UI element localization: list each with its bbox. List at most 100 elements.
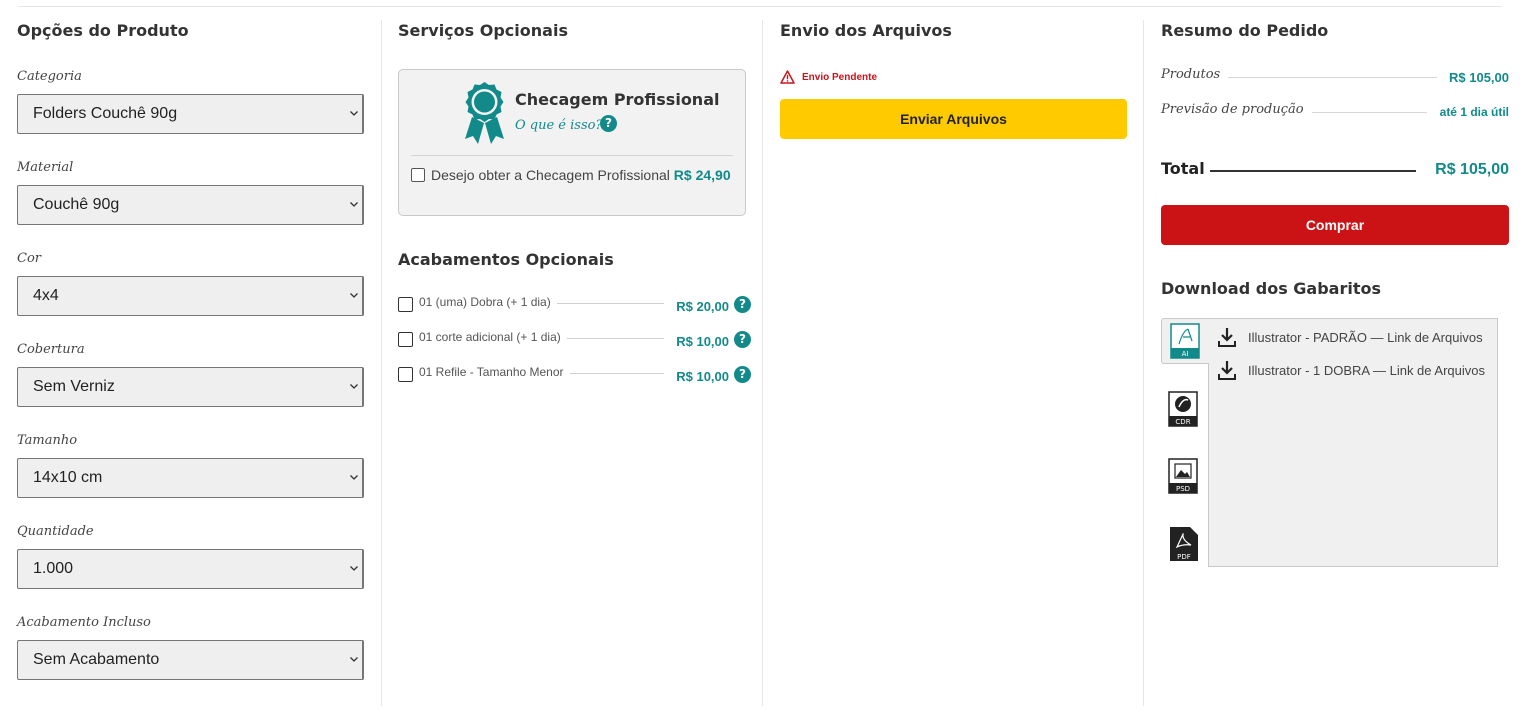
optional-services-title: Serviços Opcionais — [398, 21, 568, 40]
column-divider — [381, 20, 382, 706]
finish-checkbox[interactable] — [398, 367, 413, 382]
category-value: Folders Couchê 90g — [33, 105, 178, 122]
help-icon[interactable]: ? — [734, 296, 751, 313]
optional-finishes-list: 01 (uma) Dobra (+ 1 dia) R$ 20,00 ? 01 c… — [398, 289, 754, 394]
professional-check-checkbox[interactable] — [411, 168, 425, 182]
illustrator-icon[interactable]: AI — [1170, 323, 1200, 359]
color-label: Cor — [17, 251, 41, 266]
finish-label: 01 (uma) Dobra (+ 1 dia) — [419, 295, 557, 309]
photoshop-icon[interactable]: PSD — [1168, 458, 1198, 494]
professional-check-option[interactable]: Desejo obter a Checagem Profissional R$ … — [431, 166, 731, 184]
help-icon[interactable]: ? — [734, 331, 751, 348]
file-upload-column: Envio dos Arquivos Envio Pendente Enviar… — [780, 20, 1128, 706]
file-type-label: PDF — [1177, 553, 1191, 561]
chevron-down-icon — [350, 384, 358, 389]
quantity-value: 1.000 — [33, 560, 74, 577]
products-value: R$ 105,00 — [1441, 70, 1509, 85]
file-type-label: CDR — [1175, 418, 1190, 426]
total-leader-line — [1210, 170, 1416, 172]
chevron-down-icon — [350, 111, 358, 116]
chevron-down-icon — [350, 293, 358, 298]
included-finish-label: Acabamento Incluso — [17, 615, 151, 630]
included-finish-value: Sem Acabamento — [33, 651, 160, 668]
file-type-label: PSD — [1176, 485, 1190, 493]
optional-services-column: Serviços Opcionais Checagem Profissional… — [398, 20, 754, 706]
upload-files-button[interactable]: Enviar Arquivos — [780, 99, 1127, 139]
production-time-value: até 1 dia útil — [1431, 105, 1509, 119]
material-select[interactable]: Couchê 90g — [17, 185, 364, 225]
finish-price: R$ 10,00 — [676, 334, 729, 349]
total-row: Total R$ 105,00 — [1161, 159, 1509, 181]
professional-check-card: Checagem Profissional O que é isso? ? De… — [398, 69, 746, 216]
color-select[interactable]: 4x4 — [17, 276, 364, 316]
column-divider — [1143, 20, 1144, 706]
included-finish-select[interactable]: Sem Acabamento — [17, 640, 364, 680]
category-select[interactable]: Folders Couchê 90g — [17, 94, 364, 134]
professional-check-title: Checagem Profissional — [515, 90, 720, 109]
category-label: Categoria — [17, 69, 82, 84]
size-select[interactable]: 14x10 cm — [17, 458, 364, 498]
chevron-down-icon — [350, 475, 358, 480]
column-divider — [762, 20, 763, 706]
finish-checkbox[interactable] — [398, 332, 413, 347]
template-link-label: Illustrator - PADRÃO — Link de Arquivos — [1248, 329, 1483, 345]
coverage-label: Cobertura — [17, 342, 85, 357]
order-summary-title: Resumo do Pedido — [1161, 21, 1329, 40]
card-divider — [411, 155, 733, 156]
size-value: 14x10 cm — [33, 469, 103, 486]
list-item: 01 Refile - Tamanho Menor R$ 10,00 ? — [398, 359, 754, 394]
chevron-down-icon — [350, 566, 358, 571]
template-link[interactable]: Illustrator - PADRÃO — Link de Arquivos — [1218, 326, 1483, 348]
what-is-this-link[interactable]: O que é isso? — [515, 118, 602, 133]
template-link-label: Illustrator - 1 DOBRA — Link de Arquivos — [1248, 362, 1485, 378]
upload-status: Envio Pendente — [780, 69, 1128, 85]
quantity-label: Quantidade — [17, 524, 94, 539]
finish-checkbox[interactable] — [398, 297, 413, 312]
product-options-title: Opções do Produto — [17, 21, 189, 40]
products-label: Produtos — [1161, 67, 1229, 82]
dotted-leader — [1225, 77, 1437, 78]
professional-check-price: R$ 24,90 — [673, 167, 731, 183]
finish-label: 01 corte adicional (+ 1 dia) — [419, 330, 567, 344]
award-rosette-icon — [465, 82, 504, 144]
size-label: Tamanho — [17, 433, 78, 448]
templates-download-panel: AI CDR PSD PDF Illustrator - PADRÃO — Li… — [1161, 318, 1509, 568]
order-summary-column: Resumo do Pedido Produtos R$ 105,00 Prev… — [1161, 20, 1509, 706]
material-value: Couchê 90g — [33, 196, 120, 213]
product-options-column: Opções do Produto Categoria Folders Couc… — [17, 20, 364, 706]
optional-finishes-title: Acabamentos Opcionais — [398, 250, 614, 269]
pdf-icon[interactable]: PDF — [1169, 526, 1199, 562]
coverage-select[interactable]: Sem Verniz — [17, 367, 364, 407]
dotted-leader — [1306, 112, 1427, 113]
professional-check-option-label: Desejo obter a Checagem Profissional — [431, 167, 670, 183]
quantity-select[interactable]: 1.000 — [17, 549, 364, 589]
finish-price: R$ 10,00 — [676, 369, 729, 384]
upload-status-text: Envio Pendente — [802, 71, 878, 83]
file-upload-title: Envio dos Arquivos — [780, 21, 952, 40]
warning-icon — [780, 70, 795, 84]
list-item: 01 corte adicional (+ 1 dia) R$ 10,00 ? — [398, 324, 754, 359]
color-value: 4x4 — [33, 287, 59, 304]
finish-label: 01 Refile - Tamanho Menor — [419, 365, 570, 379]
download-icon — [1218, 361, 1236, 380]
finish-price: R$ 20,00 — [676, 299, 729, 314]
production-time-row: Previsão de produção até 1 dia útil — [1161, 102, 1509, 122]
help-icon[interactable]: ? — [734, 366, 751, 383]
templates-download-title: Download dos Gabaritos — [1161, 279, 1381, 298]
list-item: 01 (uma) Dobra (+ 1 dia) R$ 20,00 ? — [398, 289, 754, 324]
chevron-down-icon — [350, 202, 358, 207]
help-icon[interactable]: ? — [600, 115, 617, 132]
total-value: R$ 105,00 — [1435, 161, 1509, 178]
total-label: Total — [1161, 159, 1205, 178]
buy-button[interactable]: Comprar — [1161, 205, 1509, 245]
download-icon — [1218, 328, 1236, 347]
material-label: Material — [17, 160, 74, 175]
file-type-label: AI — [1182, 350, 1189, 358]
production-time-label: Previsão de produção — [1161, 102, 1312, 117]
templates-links-panel — [1208, 318, 1498, 567]
top-divider — [18, 6, 1502, 7]
template-link[interactable]: Illustrator - 1 DOBRA — Link de Arquivos — [1218, 359, 1485, 381]
products-row: Produtos R$ 105,00 — [1161, 67, 1509, 87]
coverage-value: Sem Verniz — [33, 378, 115, 395]
coreldraw-icon[interactable]: CDR — [1168, 391, 1198, 427]
